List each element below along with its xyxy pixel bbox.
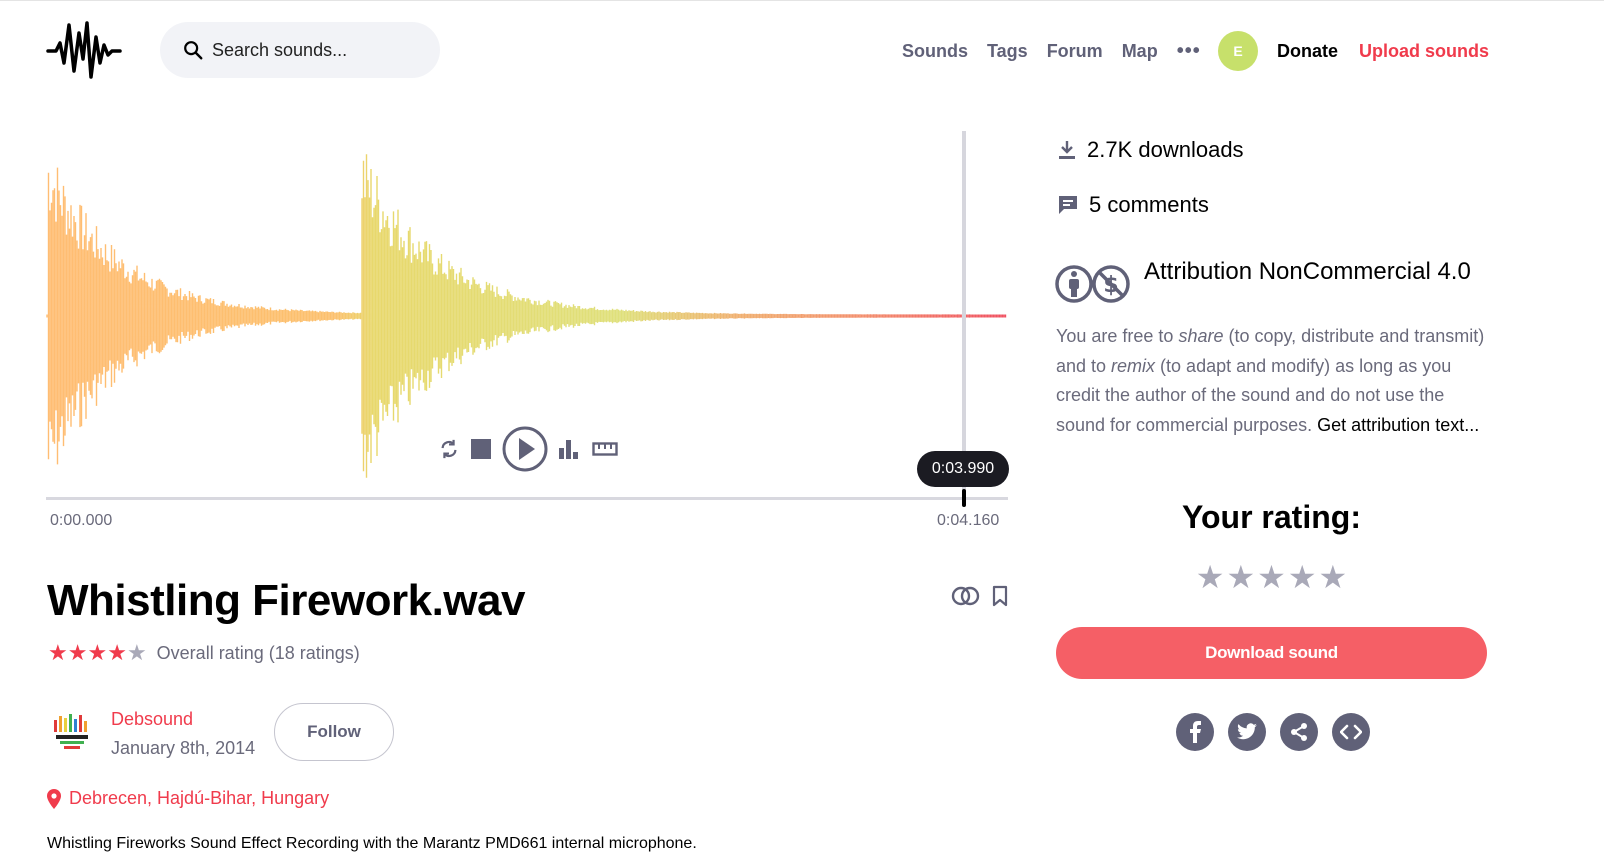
license-share-term: share	[1178, 326, 1224, 346]
comment-icon	[1059, 196, 1077, 214]
twitter-icon[interactable]	[1228, 713, 1266, 751]
progress-track[interactable]	[46, 497, 1008, 500]
location-link[interactable]: Debrecen, Hajdú-Bihar, Hungary	[69, 788, 329, 809]
embed-icon[interactable]	[1332, 713, 1370, 751]
search-bar[interactable]	[160, 22, 440, 78]
share-icon[interactable]	[1280, 713, 1318, 751]
overall-rating: ★★★★★ Overall rating (18 ratings)	[48, 642, 360, 665]
share-buttons	[1176, 713, 1370, 751]
upload-date: January 8th, 2014	[111, 738, 256, 758]
search-icon	[184, 41, 203, 60]
player-controls	[438, 426, 618, 472]
rating-star: ★	[107, 640, 127, 665]
rate-star-4[interactable]: ★	[1288, 559, 1317, 595]
uploader-name[interactable]: Debsound	[111, 709, 193, 730]
main-nav: Sounds Tags Forum Map •••	[902, 37, 1221, 65]
attribution-text-link[interactable]: Get attribution text...	[1317, 415, 1479, 435]
ruler-icon[interactable]	[592, 441, 618, 457]
loop-icon[interactable]	[438, 438, 460, 460]
uploader-avatar[interactable]	[50, 710, 94, 754]
current-time-bubble: 0:03.990	[917, 451, 1009, 487]
rate-star-5[interactable]: ★	[1319, 559, 1348, 595]
your-rating-heading: Your rating:	[1182, 499, 1361, 535]
rating-label: Overall rating (18 ratings)	[156, 643, 360, 663]
bookmark-icon[interactable]	[991, 585, 1009, 612]
spectrogram-icon[interactable]	[558, 438, 580, 460]
play-icon[interactable]	[502, 426, 548, 472]
rating-star: ★	[87, 640, 108, 665]
rate-star-2[interactable]: ★	[1226, 559, 1255, 595]
search-input[interactable]	[212, 39, 432, 61]
license-by-nc-icon[interactable]: $	[1054, 263, 1134, 305]
progress-knob[interactable]	[962, 489, 966, 507]
sound-description: Whistling Fireworks Sound Effect Recordi…	[47, 835, 697, 852]
nav-tags[interactable]: Tags	[987, 41, 1028, 62]
sound-title: Whistling Firework.wav	[47, 576, 525, 625]
start-time: 0:00.000	[50, 512, 113, 529]
title-actions	[951, 585, 1009, 612]
your-rating-stars: ★ ★ ★ ★ ★	[1056, 559, 1487, 595]
comments-stat[interactable]: 5 comments	[1057, 192, 1209, 218]
rate-star-3[interactable]: ★	[1257, 559, 1286, 595]
downloads-count: 2.7K downloads	[1087, 137, 1244, 162]
license-name[interactable]: Attribution NonCommercial 4.0	[1144, 257, 1474, 286]
similar-sounds-icon[interactable]	[951, 585, 981, 612]
rating-star: ★	[126, 640, 147, 665]
donate-link[interactable]: Donate	[1277, 41, 1338, 62]
upload-sounds-link[interactable]: Upload sounds	[1359, 41, 1489, 62]
geotag: Debrecen, Hajdú-Bihar, Hungary	[47, 788, 329, 809]
rating-stars: ★★★★★	[48, 642, 147, 665]
facebook-icon[interactable]	[1176, 713, 1214, 751]
download-sound-button[interactable]: Download sound	[1056, 627, 1487, 679]
downloads-stat[interactable]: 2.7K downloads	[1057, 137, 1244, 163]
rating-star: ★	[48, 640, 68, 665]
more-menu-icon[interactable]: •••	[1177, 40, 1201, 63]
stop-icon[interactable]	[470, 438, 492, 460]
license-text-part: You are free to	[1056, 326, 1179, 346]
user-avatar-button[interactable]: E	[1218, 31, 1258, 71]
nav-forum[interactable]: Forum	[1047, 41, 1103, 62]
rate-star-1[interactable]: ★	[1196, 559, 1225, 595]
rating-star: ★	[67, 640, 88, 665]
freesound-logo[interactable]	[46, 19, 122, 81]
location-pin-icon	[47, 788, 61, 809]
end-time: 0:04.160	[937, 512, 1000, 529]
comments-count: 5 comments	[1089, 192, 1209, 217]
follow-button[interactable]: Follow	[274, 703, 394, 761]
license-remix-term: remix	[1111, 355, 1156, 376]
download-icon	[1059, 141, 1075, 159]
nav-map[interactable]: Map	[1122, 41, 1158, 62]
license-text: You are free to share (to copy, distribu…	[1056, 322, 1496, 440]
nav-sounds[interactable]: Sounds	[902, 41, 968, 62]
